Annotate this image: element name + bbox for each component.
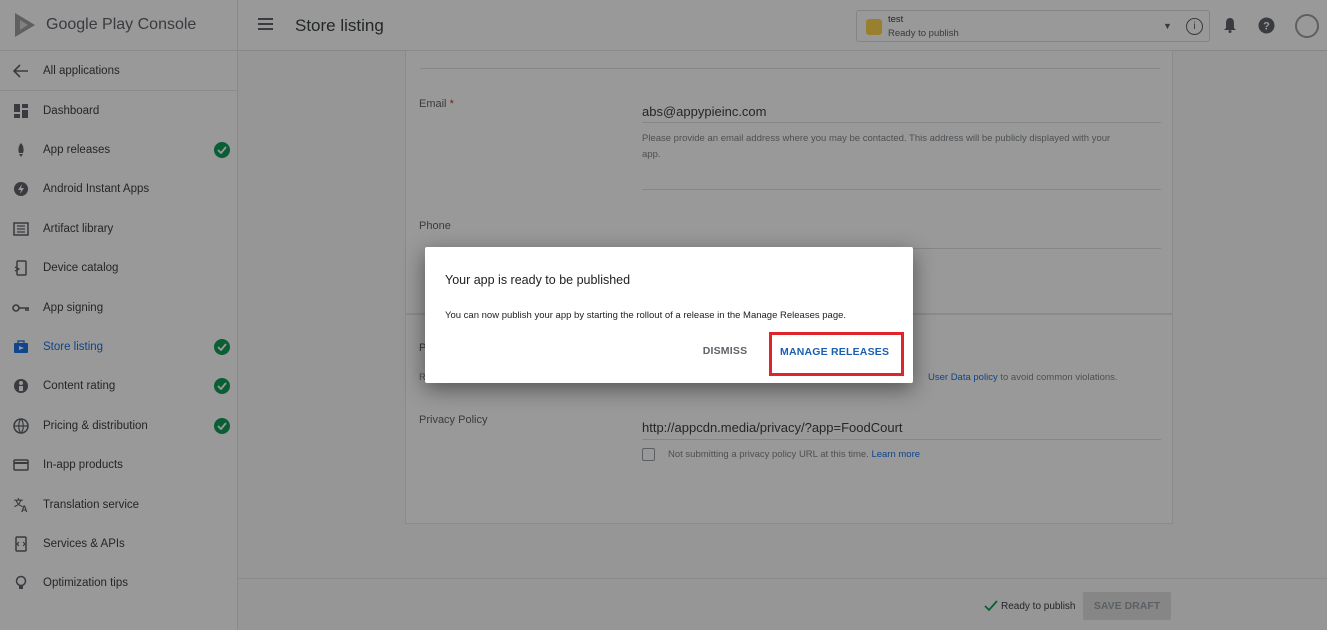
dialog-title: Your app is ready to be published <box>445 273 631 287</box>
manage-releases-label: MANAGE RELEASES <box>780 346 890 358</box>
publish-ready-dialog: Your app is ready to be published You ca… <box>425 247 913 383</box>
dismiss-button[interactable]: DISMISS <box>695 340 755 362</box>
dialog-body: You can now publish your app by starting… <box>445 310 847 321</box>
manage-releases-button[interactable]: MANAGE RELEASES <box>769 332 904 376</box>
